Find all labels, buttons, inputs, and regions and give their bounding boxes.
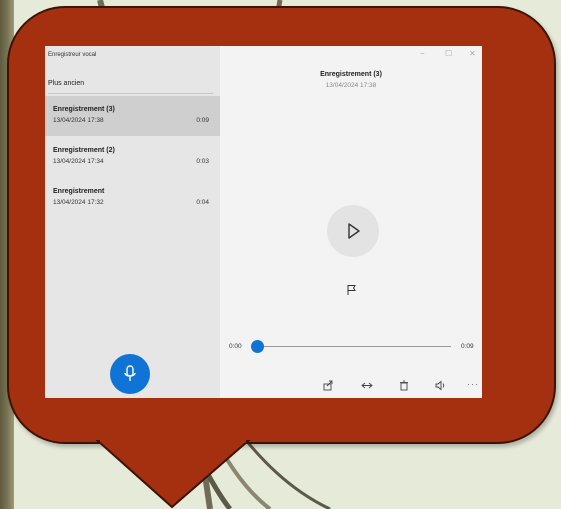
recording-name: Enregistrement <box>53 188 105 195</box>
recording-duration: 0:09 <box>196 117 209 124</box>
trash-icon[interactable] <box>399 380 409 391</box>
maximize-button[interactable]: ☐ <box>445 49 452 58</box>
play-button[interactable] <box>327 205 379 257</box>
close-button[interactable]: ✕ <box>469 49 476 58</box>
seek-thumb[interactable] <box>251 340 264 353</box>
more-options-button[interactable]: ··· <box>467 379 479 389</box>
sort-divider <box>48 93 213 94</box>
sort-order-label[interactable]: Plus ancien <box>48 80 84 87</box>
recording-date: 13/04/2024 17:38 <box>53 117 104 124</box>
recording-item-2[interactable]: Enregistrement (2) 13/04/2024 17:34 0:03 <box>45 137 220 177</box>
selected-recording-name: Enregistrement (3) <box>320 71 382 78</box>
recording-item-1[interactable]: Enregistrement 13/04/2024 17:32 0:04 <box>45 178 220 218</box>
current-time: 0:00 <box>229 343 242 350</box>
speaker-icon[interactable] <box>435 380 447 391</box>
recordings-sidebar: Enregistreur vocal Plus ancien Enregistr… <box>45 46 220 398</box>
recording-name: Enregistrement (3) <box>53 106 115 113</box>
selected-recording-date: 13/04/2024 17:38 <box>325 82 377 89</box>
app-title: Enregistreur vocal <box>48 52 97 58</box>
total-time: 0:09 <box>461 343 474 350</box>
record-button[interactable] <box>110 354 150 394</box>
voice-recorder-window: Enregistreur vocal Plus ancien Enregistr… <box>45 46 482 398</box>
recording-duration: 0:03 <box>196 158 209 165</box>
play-icon <box>348 223 360 239</box>
recording-date: 13/04/2024 17:32 <box>53 199 104 206</box>
microphone-icon <box>124 365 136 381</box>
recording-item-3[interactable]: Enregistrement (3) 13/04/2024 17:38 0:09 <box>45 96 220 136</box>
flag-icon[interactable] <box>346 284 358 296</box>
player-pane: − ☐ ✕ Enregistrement (3) 13/04/2024 17:3… <box>220 46 482 398</box>
minimize-button[interactable]: − <box>420 49 425 58</box>
recording-duration: 0:04 <box>196 199 209 206</box>
trim-icon[interactable] <box>361 380 373 391</box>
recording-name: Enregistrement (2) <box>53 147 115 154</box>
recording-date: 13/04/2024 17:34 <box>53 158 104 165</box>
seek-track[interactable] <box>257 346 451 347</box>
share-icon[interactable] <box>323 380 334 391</box>
